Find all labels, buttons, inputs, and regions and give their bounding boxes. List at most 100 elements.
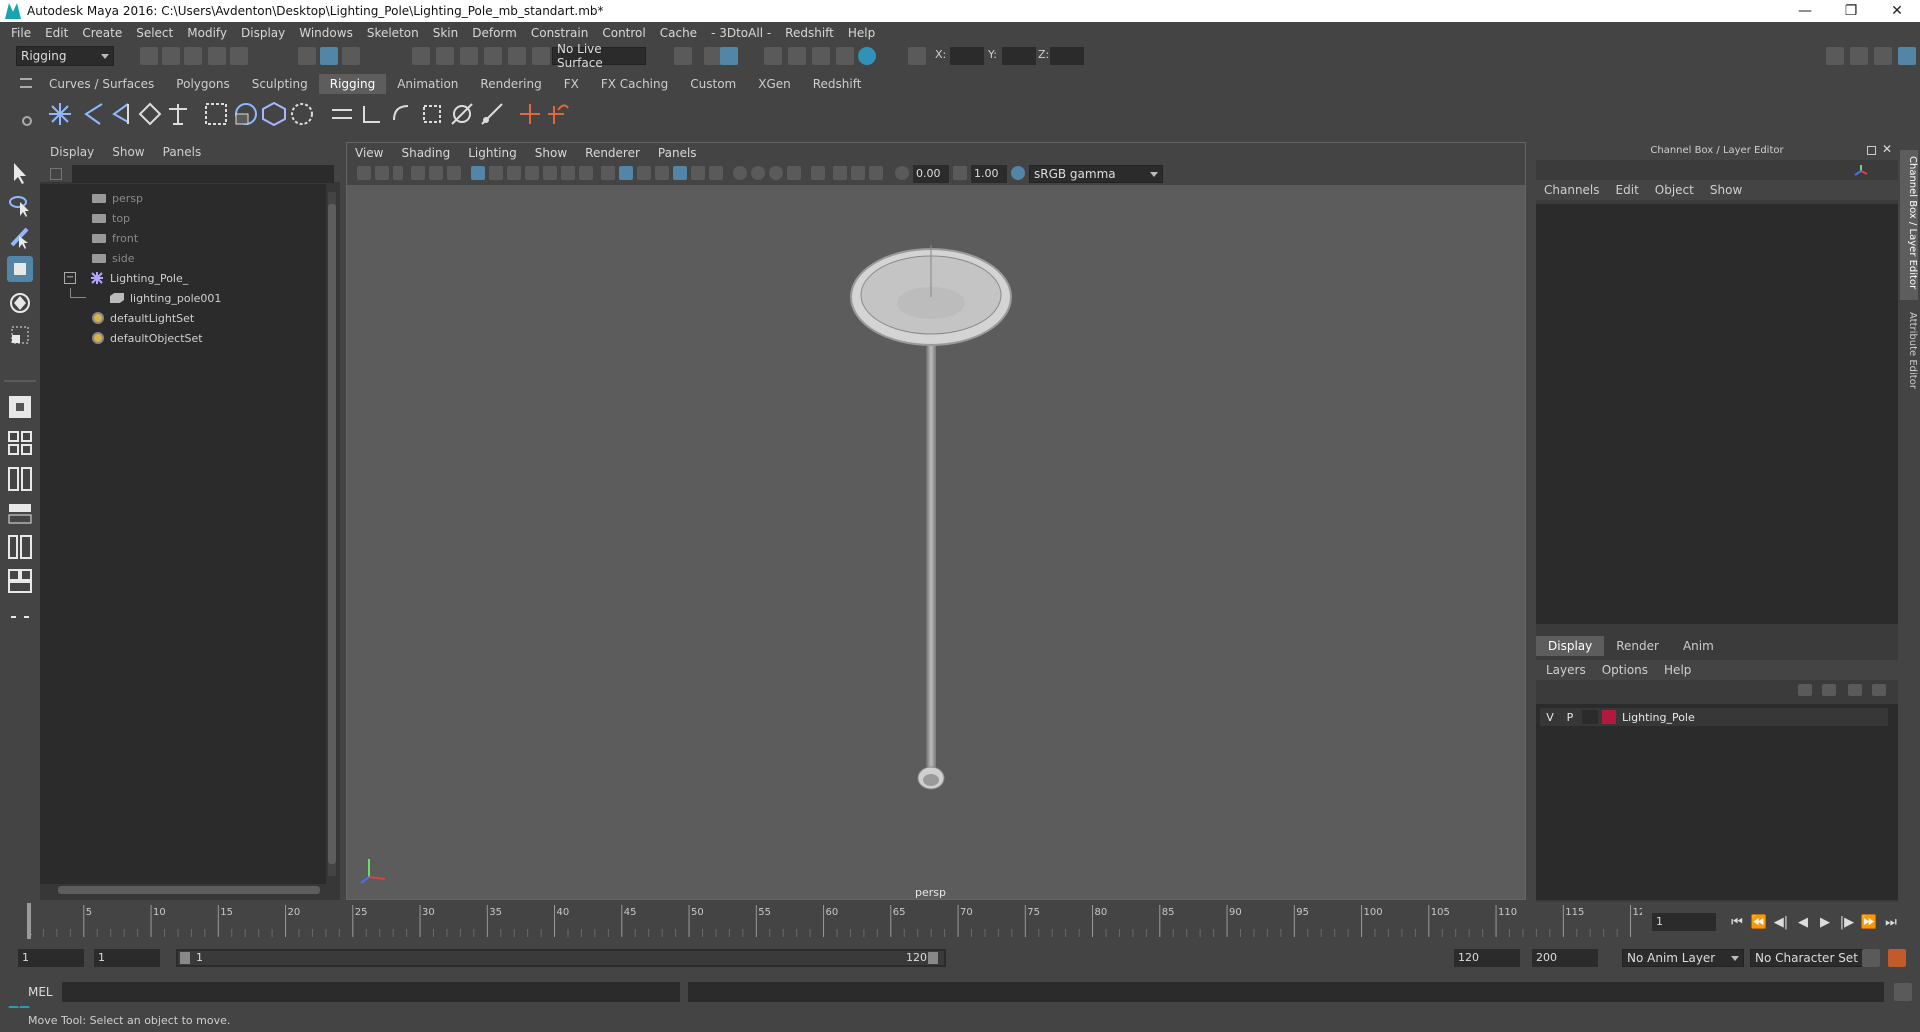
attribute-editor-icon[interactable] — [1850, 47, 1868, 65]
range-start-handle[interactable] — [180, 952, 190, 964]
cb-menu-object[interactable]: Object — [1655, 183, 1694, 197]
soft-mod-icon[interactable] — [288, 100, 316, 128]
shelf-tab-custom[interactable]: Custom — [679, 74, 747, 94]
orient-constraint-icon[interactable] — [388, 100, 416, 128]
history-icon[interactable] — [532, 47, 550, 65]
menu-help[interactable]: Help — [841, 26, 882, 40]
exposure-field[interactable]: 0.00 — [913, 165, 949, 183]
command-language-label[interactable]: MEL — [28, 985, 53, 999]
current-time-marker[interactable] — [27, 903, 31, 939]
layout-toggle-icon[interactable] — [7, 604, 33, 630]
shelf-tab-xgen[interactable]: XGen — [747, 74, 802, 94]
snap-surface-icon[interactable] — [508, 47, 526, 65]
lock-camera-icon[interactable] — [375, 166, 389, 180]
scale-tool-icon[interactable] — [7, 322, 33, 348]
depth-of-field-icon[interactable] — [787, 166, 801, 180]
undo-icon[interactable] — [208, 47, 226, 65]
menu-constrain[interactable]: Constrain — [524, 26, 596, 40]
graph-layout-icon[interactable] — [7, 534, 33, 560]
render-current-icon[interactable] — [788, 47, 806, 65]
scale-constraint-icon[interactable] — [418, 100, 446, 128]
outliner-menu-show[interactable]: Show — [112, 145, 144, 159]
new-layer-icon[interactable] — [1848, 684, 1862, 696]
outliner-item-top[interactable]: top — [92, 208, 130, 228]
outliner-item-lighting-pole001[interactable]: lighting_pole001 — [110, 288, 221, 308]
outliner-menu-panels[interactable]: Panels — [163, 145, 202, 159]
ambient-occlusion-icon[interactable] — [733, 166, 747, 180]
layer-color-swatch[interactable] — [1602, 710, 1616, 724]
select-tool-icon[interactable] — [7, 160, 33, 186]
wrap-icon[interactable] — [232, 100, 260, 128]
layer-name[interactable]: Lighting_Pole — [1622, 711, 1695, 724]
snap-point-icon[interactable] — [460, 47, 478, 65]
film-gate-icon[interactable] — [489, 166, 503, 180]
close-panel-icon[interactable]: ✕ — [1882, 142, 1892, 156]
redo-icon[interactable] — [230, 47, 248, 65]
character-set-dropdown[interactable]: No Character Set — [1750, 949, 1864, 967]
parent-constraint-icon[interactable] — [328, 100, 356, 128]
layer-tab-display[interactable]: Display — [1536, 636, 1605, 656]
bookmark-icon[interactable] — [393, 166, 403, 180]
anim-start-field[interactable]: 1 — [18, 949, 84, 967]
anim-layer-dropdown[interactable]: No Anim Layer — [1622, 949, 1744, 967]
xray-joints-icon[interactable] — [851, 166, 865, 180]
menu-skeleton[interactable]: Skeleton — [360, 26, 426, 40]
snap-curve-icon[interactable] — [436, 47, 454, 65]
side-tab-attribute-editor[interactable]: Attribute Editor — [1900, 306, 1918, 396]
rotate-tool-icon[interactable] — [7, 290, 33, 316]
gate-mask-icon[interactable] — [525, 166, 539, 180]
play-forward-button[interactable]: ▶ — [1814, 915, 1836, 930]
paint-select-icon[interactable] — [7, 224, 33, 250]
outliner-menu-display[interactable]: Display — [50, 145, 94, 159]
wireframe-on-shaded-icon[interactable] — [655, 166, 669, 180]
outliner-item-front[interactable]: front — [92, 228, 138, 248]
outliner-vertical-scrollbar[interactable] — [328, 192, 336, 876]
menu-display[interactable]: Display — [234, 26, 292, 40]
two-d-pan-zoom-icon[interactable] — [429, 166, 443, 180]
menu-3dtoall[interactable]: - 3DtoAll - — [704, 26, 778, 40]
pole-vector-icon[interactable] — [478, 100, 506, 128]
lasso-tool-icon[interactable] — [7, 192, 33, 218]
shelf-tab-redshift[interactable]: Redshift — [802, 74, 873, 94]
select-camera-icon[interactable] — [357, 166, 371, 180]
menu-windows[interactable]: Windows — [292, 26, 360, 40]
grid-icon[interactable] — [471, 166, 485, 180]
xray-icon[interactable] — [833, 166, 847, 180]
isolate-select-icon[interactable] — [811, 166, 825, 180]
menu-edit[interactable]: Edit — [38, 26, 75, 40]
viewport-menu-renderer[interactable]: Renderer — [585, 146, 640, 160]
step-back-key-button[interactable]: ⏪ — [1748, 915, 1770, 930]
layer-playback-toggle[interactable]: P — [1560, 711, 1580, 724]
shelf-tab-animation[interactable]: Animation — [386, 74, 469, 94]
use-default-material-icon[interactable] — [637, 166, 651, 180]
new-scene-icon[interactable] — [140, 47, 158, 65]
current-frame-field[interactable]: 1 — [1652, 913, 1716, 931]
layer-menu-help[interactable]: Help — [1664, 663, 1691, 677]
skin-bind-icon[interactable] — [136, 100, 164, 128]
outliner-search-input[interactable] — [72, 165, 334, 183]
y-field[interactable] — [1002, 47, 1036, 65]
outliner-layout-icon[interactable] — [7, 500, 33, 526]
cb-menu-channels[interactable]: Channels — [1544, 183, 1600, 197]
filter-icon[interactable] — [50, 168, 62, 180]
move-layer-down-icon[interactable] — [1822, 684, 1836, 696]
layer-tab-anim[interactable]: Anim — [1671, 636, 1726, 656]
range-slider-handle[interactable] — [178, 951, 944, 965]
snap-grid-icon[interactable] — [412, 47, 430, 65]
color-space-dropdown[interactable]: sRGB gamma — [1029, 165, 1163, 183]
go-to-start-button[interactable]: ⏮ — [1726, 915, 1748, 930]
select-hierarchy-icon[interactable] — [298, 47, 316, 65]
playback-end-field[interactable]: 120 — [1454, 949, 1520, 967]
exposure-icon[interactable] — [895, 166, 909, 180]
range-slider[interactable]: 1 120 — [176, 949, 946, 967]
hypershade-layout-icon[interactable] — [7, 568, 33, 594]
shelf-tab-polygons[interactable]: Polygons — [165, 74, 240, 94]
command-input[interactable] — [62, 982, 680, 1002]
ik-spline-icon[interactable] — [108, 100, 136, 128]
collapse-icon[interactable]: − — [64, 272, 76, 284]
ik-handle-icon[interactable] — [80, 100, 108, 128]
menuset-dropdown[interactable]: Rigging — [16, 46, 114, 66]
time-slider[interactable]: 5 10 15 20 25 30 35 40 45 50 55 60 65 70 75 80 85 90 95 100… — [24, 903, 1652, 939]
humanik-icon[interactable] — [164, 100, 192, 128]
step-forward-key-button[interactable]: ⏩ — [1858, 915, 1880, 930]
